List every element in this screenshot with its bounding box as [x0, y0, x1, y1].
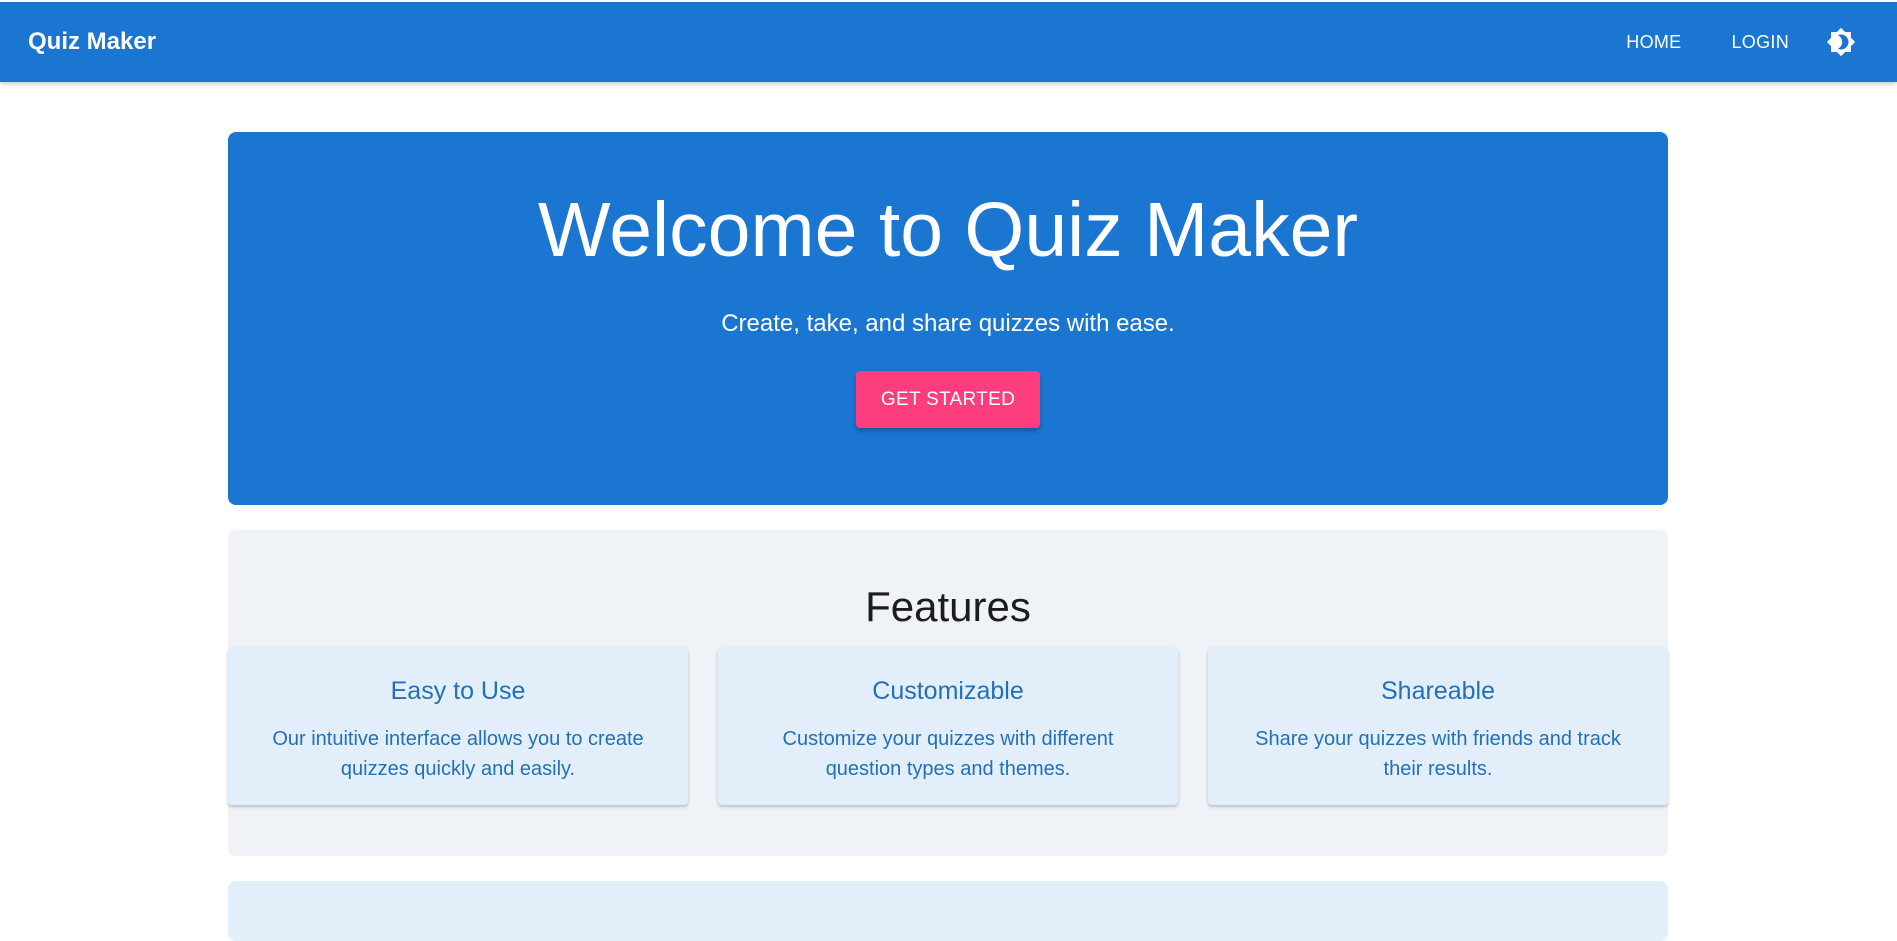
top-nav: HOME LOGIN	[1610, 2, 1897, 82]
feature-card-easy-to-use: Easy to Use Our intuitive interface allo…	[228, 647, 688, 805]
hero-title: Welcome to Quiz Maker	[537, 187, 1359, 273]
home-button[interactable]: HOME	[1610, 24, 1697, 61]
brightness-icon	[1826, 27, 1856, 57]
feature-card-text: Share your quizzes with friends and trac…	[1255, 728, 1621, 780]
login-button[interactable]: LOGIN	[1715, 24, 1805, 61]
feature-card-title: Easy to Use	[390, 677, 526, 705]
next-section-partial	[228, 881, 1668, 941]
hero-section: Welcome to Quiz Maker Create, take, and …	[228, 132, 1668, 505]
feature-card-shareable: Shareable Share your quizzes with friend…	[1208, 647, 1668, 805]
hero-subtitle: Create, take, and share quizzes with eas…	[721, 310, 1175, 338]
features-section: Features Easy to Use Our intuitive inter…	[228, 530, 1668, 856]
feature-card-text: Customize your quizzes with different qu…	[782, 728, 1114, 780]
feature-cards: Easy to Use Our intuitive interface allo…	[228, 647, 1668, 805]
feature-card-title: Customizable	[872, 677, 1024, 705]
feature-card-text: Our intuitive interface allows you to cr…	[272, 728, 644, 780]
app-bar: Quiz Maker HOME LOGIN	[0, 0, 1897, 82]
feature-card-title: Shareable	[1381, 677, 1495, 705]
features-title: Features	[865, 583, 1031, 630]
brand-title[interactable]: Quiz Maker	[28, 2, 156, 82]
feature-card-customizable: Customizable Customize your quizzes with…	[718, 647, 1178, 805]
get-started-button[interactable]: GET STARTED	[856, 371, 1040, 429]
theme-toggle-button[interactable]	[1823, 24, 1859, 60]
